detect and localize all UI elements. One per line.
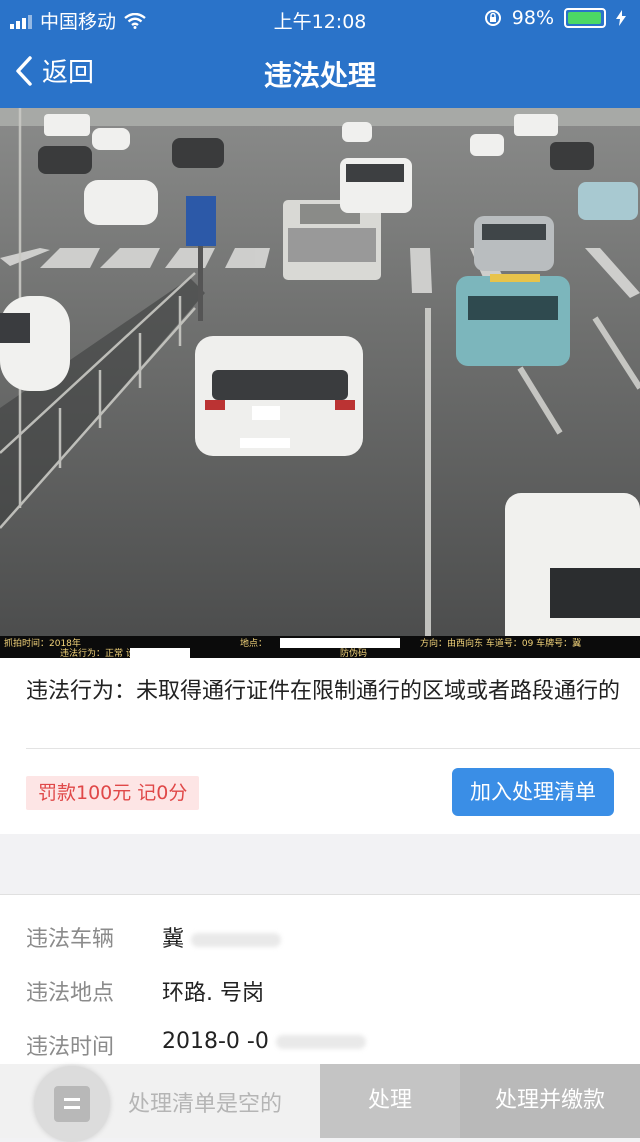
redacted-mark [275,1035,366,1049]
violation-card: 违法行为：未取得通行证件在限制通行的区域或者路段通行的 罚款100元 记0分 加… [0,658,640,834]
time-value: 2018-0 -0 [162,1029,366,1054]
back-button[interactable]: 返回 [14,52,94,89]
photo-caption-1c: 方向：由西向东 车道号：09 车牌号：冀 [420,637,581,649]
vehicle-label: 违法车辆 [26,927,115,952]
charging-icon [616,10,626,26]
orientation-lock-icon [484,10,501,26]
nav-bar: 返回 违法处理 [0,36,640,108]
fine-badge: 罚款100元 记0分 [26,776,200,810]
battery-fill [568,12,602,24]
status-bar: 中国移动 上午12:08 98% [0,0,640,36]
svg-text:抓拍时间：2018年: 抓拍时间：2018年 [4,637,81,649]
svg-text:防伪码: 防伪码 [340,647,367,658]
add-to-list-button[interactable]: 加入处理清单 [452,768,614,816]
location-value: 环路. 号岗 [162,981,264,1006]
behavior-label: 违法行为： [26,679,137,704]
car-white-suv [195,336,363,456]
process-button[interactable]: 处理 [320,1064,460,1138]
battery-icon [564,8,606,28]
empty-list-text: 处理清单是空的 [128,1092,283,1117]
process-and-pay-button[interactable]: 处理并缴款 [460,1064,640,1138]
chevron-left-icon [16,55,32,86]
traffic-scene-image: 抓拍时间：2018年 地点： 方向：由西向东 车道号：09 车牌号：冀 违法行为… [0,108,640,658]
back-label: 返回 [42,58,95,88]
vehicle-value-text: 冀 [162,927,185,952]
divider [26,748,640,749]
vehicle-value: 冀 [162,921,282,953]
violation-behavior: 违法行为：未取得通行证件在限制通行的区域或者路段通行的 [26,676,626,708]
photo-caption-1b: 地点： [240,637,267,649]
status-right: 98% [484,7,626,29]
list-icon [54,1086,90,1122]
process-list-button[interactable] [34,1066,110,1142]
photo-caption-2b: 防伪码 [340,647,367,658]
location-label: 违法地点 [26,981,115,1006]
svg-text:方向：由西向东 车道号：09 车牌号：冀: 方向：由西向东 车道号：09 车牌号：冀 [420,637,581,649]
battery-percent: 98% [511,7,554,29]
app-header: 中国移动 上午12:08 98% 返回 违法处理 [0,0,640,108]
process-list-summary: 处理清单是空的 [0,1064,320,1142]
time-value-text: 2018-0 -0 [162,1029,269,1054]
violation-photo[interactable]: 抓拍时间：2018年 地点： 方向：由西向东 车道号：09 车牌号：冀 违法行为… [0,108,640,658]
bottom-action-bar: 处理清单是空的 处理 处理并缴款 [0,1064,640,1142]
page-title: 违法处理 [263,59,376,92]
time-label: 违法时间 [26,1035,115,1060]
photo-caption-1: 抓拍时间：2018年 [4,637,81,649]
svg-text:地点：: 地点： [240,637,267,649]
behavior-text: 未取得通行证件在限制通行的区域或者路段通行的 [136,679,621,704]
redacted-mark [191,933,282,947]
